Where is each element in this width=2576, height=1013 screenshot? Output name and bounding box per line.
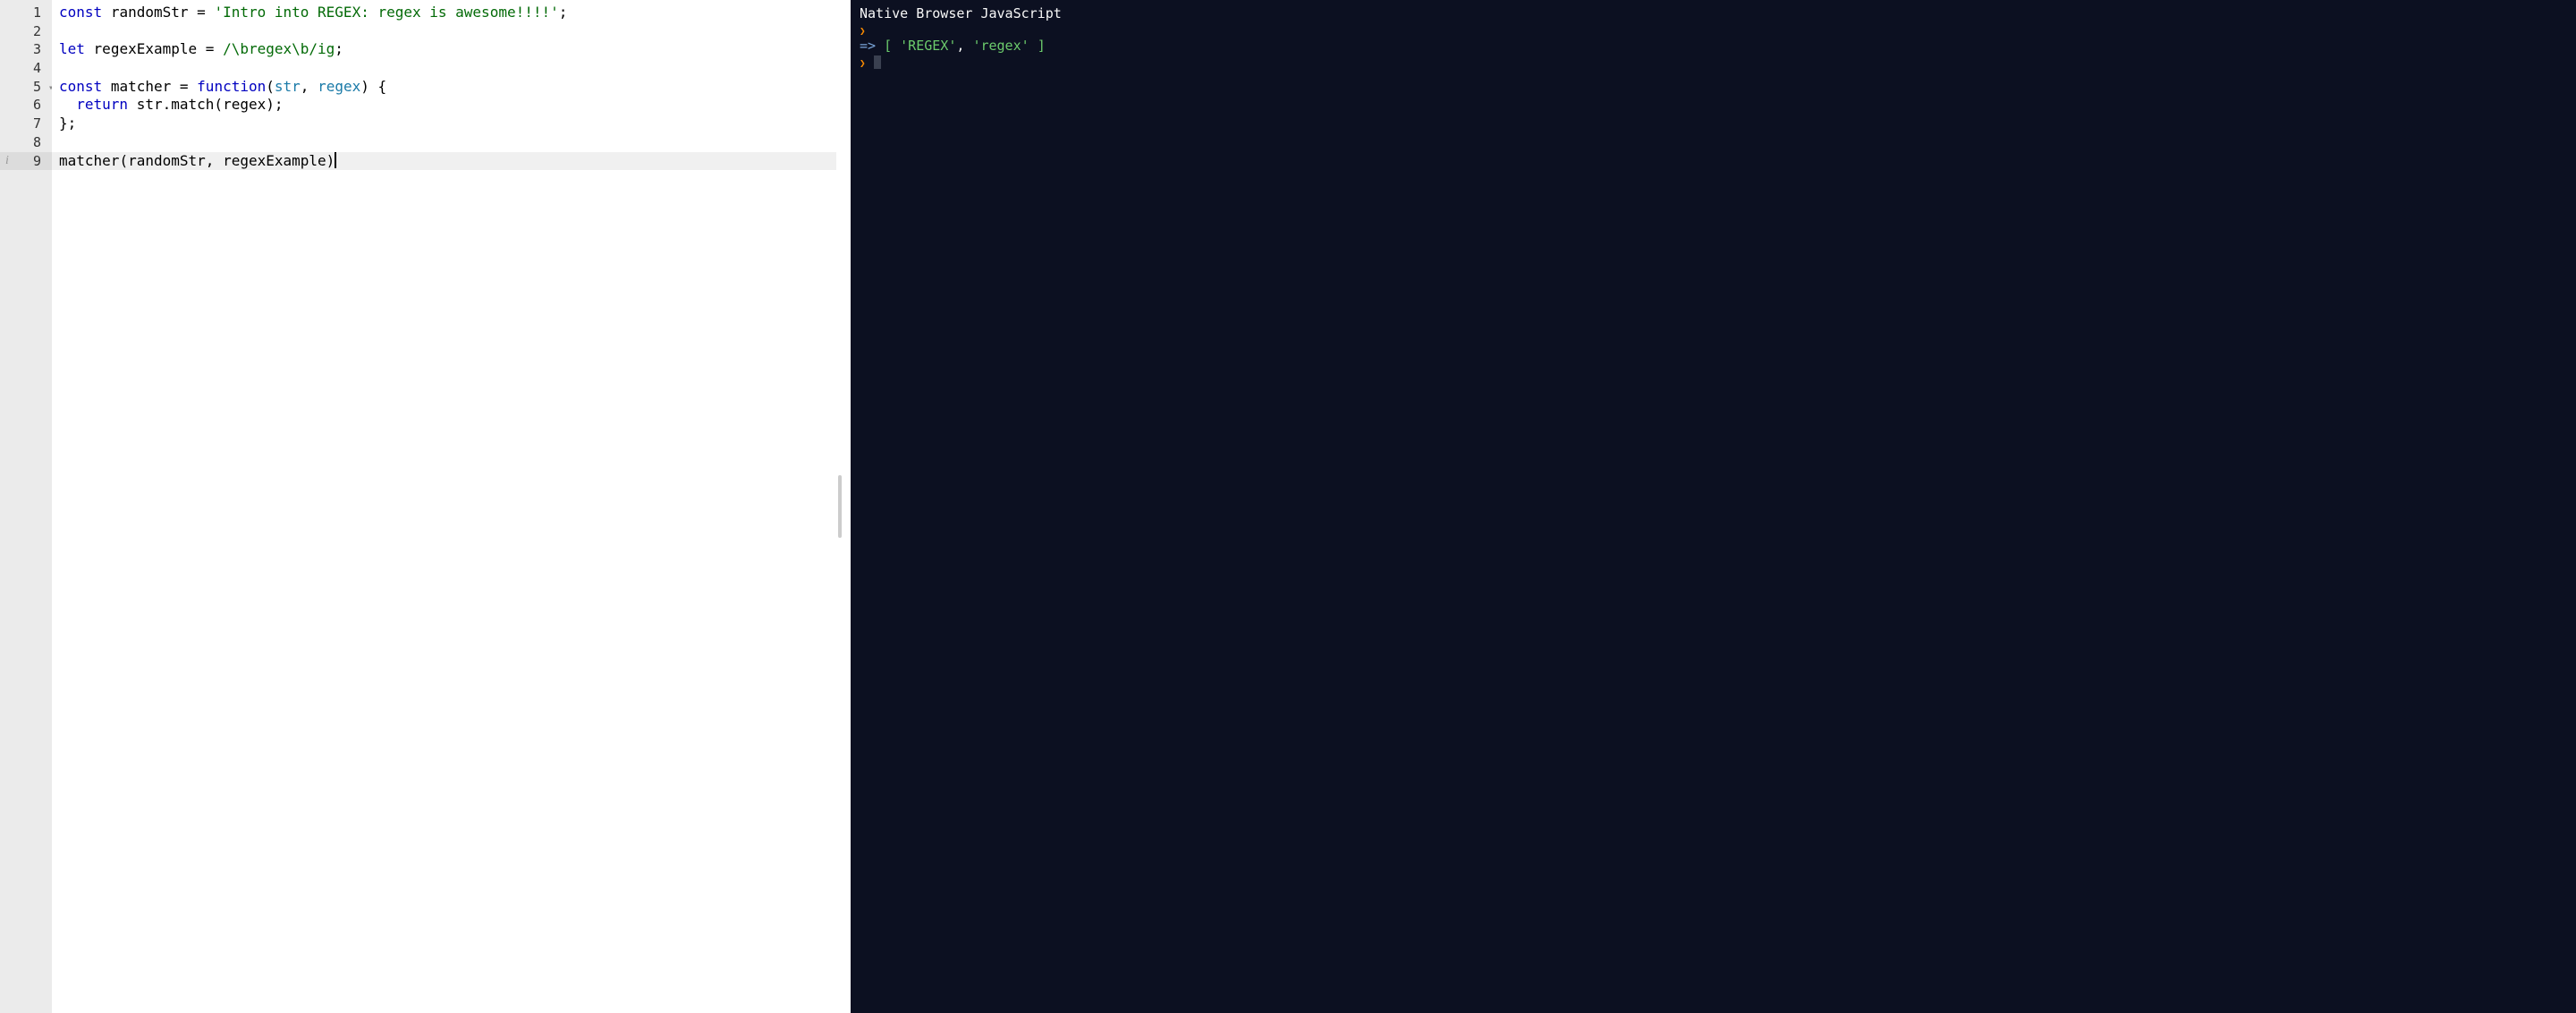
gutter-line-4[interactable]: 4 bbox=[0, 59, 52, 78]
gutter-line-2[interactable]: 2 bbox=[0, 22, 52, 41]
code-line-9[interactable]: matcher(randomStr, regexExample) bbox=[52, 152, 836, 171]
gutter-line-3[interactable]: 3 bbox=[0, 40, 52, 59]
console-prompt-1: ❯ bbox=[860, 21, 2567, 38]
code-line-4[interactable] bbox=[59, 59, 836, 78]
editor-cursor bbox=[335, 152, 336, 168]
prompt-icon: ❯ bbox=[860, 57, 866, 69]
gutter-line-5[interactable]: 5▾ bbox=[0, 78, 52, 97]
gutter-line-7[interactable]: 7 bbox=[0, 115, 52, 133]
code-line-8[interactable] bbox=[59, 133, 836, 152]
gutter-line-1[interactable]: 1 bbox=[0, 4, 52, 22]
code-editor[interactable]: const randomStr = 'Intro into REGEX: reg… bbox=[52, 0, 836, 1013]
gutter-line-8[interactable]: 8 bbox=[0, 133, 52, 152]
code-line-3[interactable]: let regexExample = /\bregex\b/ig; bbox=[59, 40, 836, 59]
console-pane[interactable]: Native Browser JavaScript ❯ => [ 'REGEX'… bbox=[851, 0, 2576, 1013]
info-icon[interactable]: i bbox=[5, 152, 9, 171]
console-cursor bbox=[874, 55, 881, 69]
console-title: Native Browser JavaScript bbox=[860, 5, 2567, 21]
code-line-5[interactable]: const matcher = function(str, regex) { bbox=[59, 78, 836, 97]
gutter-line-9[interactable]: i9 bbox=[0, 152, 52, 171]
editor-pane: 1 2 3 4 5▾ 6 7 8 i9 const randomStr = 'I… bbox=[0, 0, 836, 1013]
pane-divider[interactable] bbox=[836, 0, 851, 1013]
gutter-line-6[interactable]: 6 bbox=[0, 96, 52, 115]
line-number-gutter: 1 2 3 4 5▾ 6 7 8 i9 bbox=[0, 0, 52, 1013]
console-prompt-2[interactable]: ❯ bbox=[860, 54, 2567, 70]
code-line-2[interactable] bbox=[59, 22, 836, 41]
code-line-6[interactable]: return str.match(regex); bbox=[59, 96, 836, 115]
prompt-icon: ❯ bbox=[860, 25, 866, 37]
code-line-7[interactable]: }; bbox=[59, 115, 836, 133]
code-line-1[interactable]: const randomStr = 'Intro into REGEX: reg… bbox=[59, 4, 836, 22]
console-result: => [ 'REGEX', 'regex' ] bbox=[860, 38, 2567, 54]
